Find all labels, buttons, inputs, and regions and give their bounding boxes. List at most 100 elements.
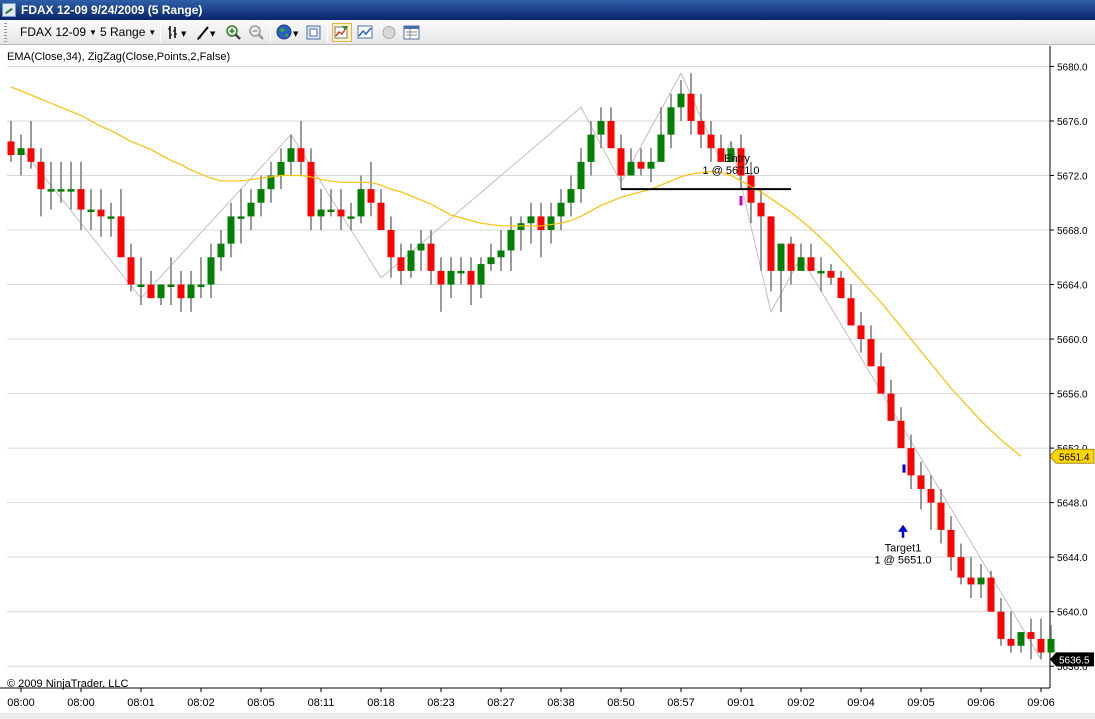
candle-body	[667, 107, 675, 135]
candle-body	[907, 448, 915, 476]
candle-body	[607, 120, 615, 149]
candle-body	[37, 161, 45, 190]
y-tick-label: 5676.0	[1057, 117, 1088, 128]
candle-body	[237, 216, 245, 219]
ema-value-label: 5651.4	[1059, 452, 1090, 463]
candle-body	[697, 120, 705, 135]
candle-body	[307, 161, 315, 217]
y-tick-label: 5648.0	[1057, 499, 1088, 510]
candle-body	[217, 243, 225, 258]
x-tick-label: 08:00	[67, 697, 95, 709]
candle-body	[287, 148, 295, 162]
y-tick-label: 5640.0	[1057, 608, 1088, 619]
candle-body	[647, 161, 655, 169]
candle-body	[297, 148, 305, 162]
candle-body	[657, 134, 665, 162]
candle-body	[187, 284, 195, 299]
entry-detail-label: 1 @ 5671.0	[702, 165, 759, 177]
price-chart[interactable]: 5680.0 5676.0 5672.0 5668.0 5664.0 5660.0 5656…	[0, 0, 1095, 719]
x-tick-label: 08:11	[308, 697, 335, 709]
candle-body	[337, 209, 345, 217]
candle-body	[1037, 638, 1045, 653]
candle-body	[527, 216, 535, 224]
candle-body	[197, 284, 205, 288]
candle-body	[57, 189, 65, 192]
candle-body	[1047, 638, 1055, 653]
candle-body	[767, 216, 775, 271]
candle-body	[797, 257, 805, 271]
candle-body	[27, 148, 35, 162]
candle-body	[877, 366, 885, 394]
y-tick-label: 5656.0	[1057, 390, 1088, 401]
candle-body	[867, 339, 875, 367]
x-tick-label: 09:02	[787, 697, 815, 709]
y-tick-label: 5672.0	[1057, 171, 1088, 182]
candle-body	[427, 243, 435, 271]
candle-body	[827, 270, 835, 278]
candle-body	[227, 216, 235, 244]
candle-body	[847, 298, 855, 326]
candle-body	[447, 270, 455, 285]
x-tick-label: 09:06	[967, 697, 995, 709]
candle-body	[327, 209, 335, 213]
x-tick-label: 09:04	[847, 697, 875, 709]
candle-body	[67, 189, 75, 192]
candle-body	[807, 257, 815, 271]
candle-body	[87, 209, 95, 213]
target-detail-label: 1 @ 5651.0	[874, 555, 931, 567]
copyright-text: © 2009 NinjaTrader, LLC	[7, 678, 129, 690]
indicator-label: EMA(Close,34), ZigZag(Close,Points,2,Fal…	[7, 51, 235, 63]
candle-body	[167, 284, 175, 288]
candle-body	[437, 270, 445, 285]
candle-body	[677, 93, 685, 108]
candle-body	[597, 120, 605, 135]
candle-body	[587, 134, 595, 162]
x-tick-label: 08:50	[607, 697, 635, 709]
candle-body	[687, 93, 695, 121]
last-price-label: 5636.5	[1059, 655, 1090, 666]
candle-body	[347, 216, 355, 219]
candle-body	[7, 141, 15, 156]
candle-body	[787, 243, 795, 271]
candle-body	[127, 257, 135, 285]
candle-body	[567, 189, 575, 203]
y-tick-label: 5660.0	[1057, 335, 1088, 346]
candle-body	[577, 161, 585, 190]
candle-body	[177, 284, 185, 299]
candle-body	[477, 264, 485, 285]
candle-body	[117, 216, 125, 258]
y-tick-label: 5680.0	[1057, 62, 1088, 73]
candle-body	[857, 325, 865, 340]
candle-body	[507, 230, 515, 251]
candle-body	[947, 529, 955, 558]
candle-body	[837, 277, 845, 299]
candle-body	[207, 257, 215, 285]
candle-body	[497, 250, 505, 258]
candle-body	[757, 202, 765, 217]
candle-body	[357, 189, 365, 217]
candle-body	[637, 161, 645, 169]
y-tick-label: 5644.0	[1057, 553, 1088, 564]
candle-body	[777, 243, 785, 271]
x-tick-label: 09:05	[907, 697, 935, 709]
candle-body	[137, 284, 145, 288]
x-tick-label: 08:57	[667, 697, 695, 709]
candle-body	[257, 189, 265, 203]
bottom-scrollbar	[0, 713, 1095, 719]
candle-body	[977, 577, 985, 585]
candle-body	[1027, 632, 1035, 639]
x-tick-label: 08:23	[427, 697, 455, 709]
candle-body	[537, 216, 545, 231]
candle-body	[547, 216, 555, 231]
candle-body	[517, 223, 525, 231]
y-tick-label: 5664.0	[1057, 281, 1088, 292]
candle-body	[897, 420, 905, 449]
x-tick-label: 08:18	[367, 697, 395, 709]
candle-body	[1017, 632, 1025, 646]
candle-body	[417, 243, 425, 251]
candle-body	[557, 202, 565, 217]
candle-body	[927, 488, 935, 503]
x-tick-label: 08:00	[7, 697, 35, 709]
candle-body	[817, 270, 825, 274]
candle-body	[247, 202, 255, 217]
